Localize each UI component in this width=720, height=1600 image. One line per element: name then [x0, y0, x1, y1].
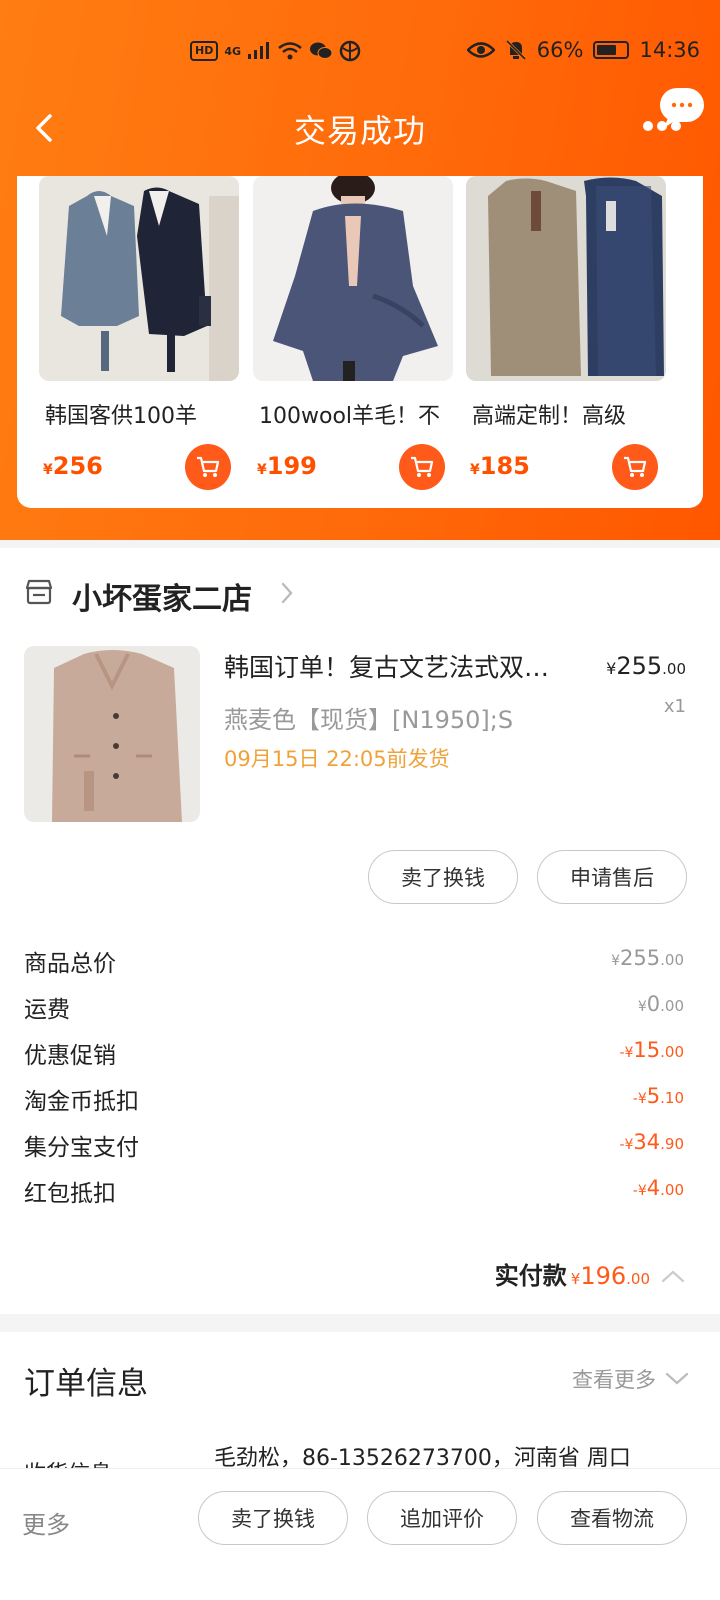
recommendation-title: 高端定制！高级	[472, 404, 627, 429]
bottom-action-bar: 更多 卖了换钱 追加评价 查看物流	[0, 1468, 720, 1600]
chevron-down-icon	[665, 1372, 689, 1385]
total-amount: ¥196.00	[570, 1262, 650, 1290]
recommendation-item[interactable]: 高端定制！高级 ¥185	[466, 176, 666, 496]
recommendation-card: 韩国客供100羊 ¥256 100wool羊毛！不 ¥199 高端定制！高级 ¥…	[17, 176, 703, 508]
order-info-card: 订单信息 查看更多 收货信息 毛劲松，86-13526273700，河南省 周口	[0, 1332, 720, 1472]
battery-icon	[593, 41, 630, 59]
product-image	[253, 176, 453, 381]
browser-icon	[339, 40, 361, 62]
mute-icon	[505, 39, 526, 61]
sell-for-cash-button[interactable]: 卖了换钱	[368, 850, 518, 904]
status-left: HD 4G	[190, 40, 361, 62]
recommendation-price: ¥199	[257, 452, 317, 480]
fee-value: ¥255.00	[611, 946, 684, 970]
view-logistics-button[interactable]: 查看物流	[537, 1491, 687, 1545]
product-price: ¥255.00	[606, 652, 686, 680]
more-button[interactable]: 更多	[22, 1505, 70, 1540]
order-card: 小坏蛋家二店 韩国订单！复古文艺法式双面羊毛大衣 燕麦色【现货】[N1950];…	[0, 548, 720, 1314]
product-sku: 燕麦色【现货】[N1950];S	[224, 706, 514, 734]
fee-label: 商品总价	[24, 951, 116, 977]
fee-row: 红包抵扣 -¥4.00	[24, 1174, 684, 1210]
total-paid[interactable]: 实付款 ¥196.00	[495, 1256, 686, 1291]
recommendation-price: ¥185	[470, 452, 530, 480]
fee-value: ¥0.00	[637, 992, 684, 1016]
recommendation-item[interactable]: 100wool羊毛！不 ¥199	[253, 176, 453, 496]
fee-label: 运费	[24, 997, 70, 1023]
product-quantity: x1	[663, 696, 686, 717]
cart-icon	[624, 456, 647, 477]
ship-deadline: 09月15日 22:05前发货	[224, 747, 450, 771]
wifi-icon	[278, 42, 302, 60]
recommendation-title: 韩国客供100羊	[45, 404, 197, 429]
recommendation-price: ¥256	[43, 452, 103, 480]
eye-icon	[466, 42, 495, 58]
wechat-icon	[310, 42, 333, 59]
fee-row: 商品总价 ¥255.00	[24, 944, 684, 980]
add-to-cart-button[interactable]	[612, 444, 658, 490]
fee-label: 淘金币抵扣	[24, 1089, 139, 1115]
add-review-button[interactable]: 追加评价	[367, 1491, 517, 1545]
fee-value: -¥4.00	[632, 1176, 684, 1200]
chat-bubble-icon	[643, 88, 704, 131]
cart-icon	[411, 456, 434, 477]
chevron-right-icon[interactable]	[278, 580, 296, 610]
add-to-cart-button[interactable]	[185, 444, 231, 490]
view-more-button[interactable]: 查看更多	[572, 1364, 690, 1394]
view-more-label: 查看更多	[572, 1368, 656, 1392]
fee-row: 集分宝支付 -¥34.90	[24, 1128, 684, 1164]
fee-row: 优惠促销 -¥15.00	[24, 1036, 684, 1072]
product-image[interactable]	[24, 646, 200, 822]
add-to-cart-button[interactable]	[399, 444, 445, 490]
shop-icon	[24, 578, 54, 610]
fee-row: 淘金币抵扣 -¥5.10	[24, 1082, 684, 1118]
recommendation-item[interactable]: 韩国客供100羊 ¥256	[39, 176, 239, 496]
status-bar: HD 4G 66% 14:36	[0, 0, 720, 100]
chevron-up-icon	[661, 1270, 685, 1283]
more-menu-button[interactable]	[632, 86, 706, 150]
hd-badge: HD	[190, 41, 219, 61]
order-info-title: 订单信息	[24, 1366, 148, 1402]
fee-value: -¥15.00	[619, 1038, 684, 1062]
fee-label: 优惠促销	[24, 1043, 116, 1069]
signal-icon	[248, 42, 270, 59]
total-label: 实付款	[494, 1262, 567, 1290]
recommendation-title: 100wool羊毛！不	[259, 404, 441, 429]
product-image	[466, 176, 666, 381]
fee-value: -¥34.90	[619, 1130, 684, 1154]
clock: 14:36	[639, 38, 700, 62]
product-image	[39, 176, 239, 381]
fee-row: 运费 ¥0.00	[24, 990, 684, 1026]
cart-icon	[197, 456, 220, 477]
product-title[interactable]: 韩国订单！复古文艺法式双面羊毛大衣	[224, 648, 554, 684]
fee-value: -¥5.10	[632, 1084, 684, 1108]
network-label: 4G	[224, 44, 242, 58]
sell-for-cash-button[interactable]: 卖了换钱	[198, 1491, 348, 1545]
fee-label: 红包抵扣	[24, 1181, 116, 1207]
after-sale-button[interactable]: 申请售后	[537, 850, 687, 904]
shop-name[interactable]: 小坏蛋家二店	[72, 574, 252, 618]
status-right: 66% 14:36	[466, 38, 700, 62]
battery-percent: 66%	[536, 38, 584, 62]
page-title: 交易成功	[293, 112, 426, 150]
fee-label: 集分宝支付	[24, 1135, 139, 1161]
